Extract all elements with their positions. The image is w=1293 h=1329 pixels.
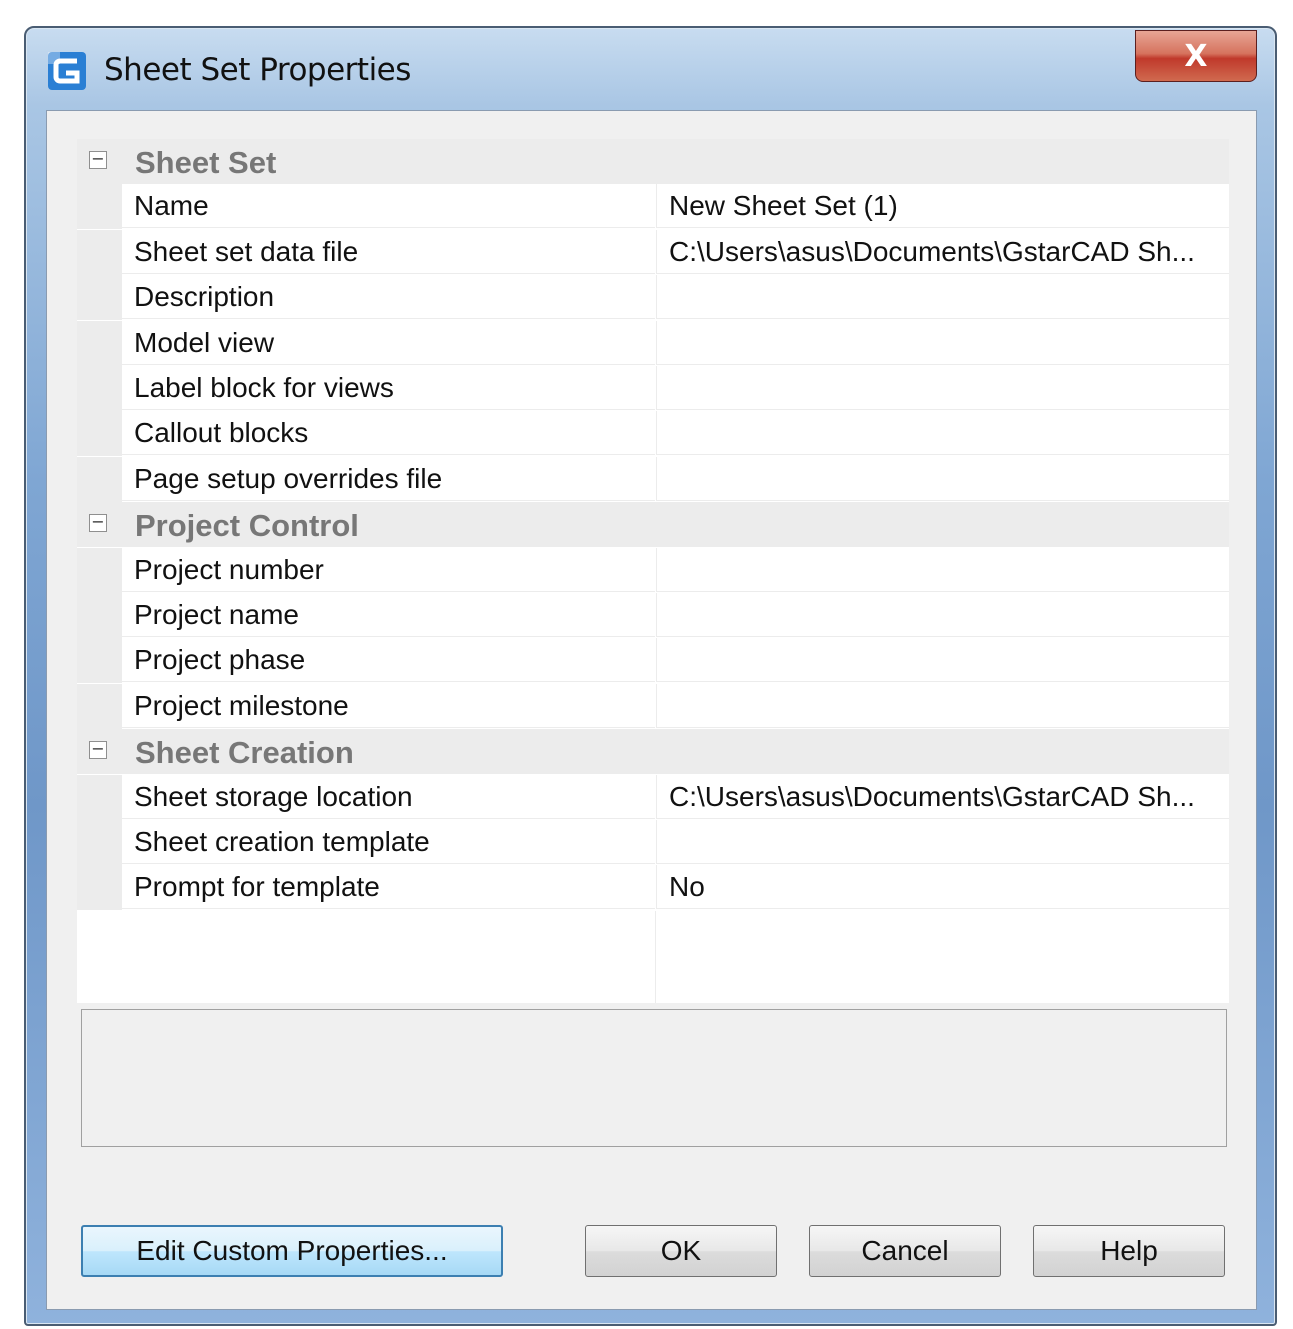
property-value[interactable] xyxy=(656,275,1229,319)
property-row[interactable]: Label block for views xyxy=(77,366,1229,411)
property-row[interactable]: Model view xyxy=(77,321,1229,366)
property-value[interactable] xyxy=(656,820,1229,864)
property-name: Project milestone xyxy=(122,684,655,728)
row-gutter xyxy=(77,411,122,456)
property-value[interactable] xyxy=(656,366,1229,410)
row-gutter xyxy=(77,548,122,593)
property-row[interactable]: Name New Sheet Set (1) xyxy=(77,184,1229,229)
cancel-button[interactable]: Cancel xyxy=(809,1225,1001,1277)
row-gutter xyxy=(77,684,122,729)
property-row[interactable]: Prompt for template No xyxy=(77,865,1229,910)
row-gutter xyxy=(77,638,122,683)
property-row[interactable]: Callout blocks xyxy=(77,411,1229,456)
property-value[interactable]: C:\Users\asus\Documents\GstarCAD Sh... xyxy=(656,775,1229,819)
property-value[interactable] xyxy=(656,548,1229,592)
property-value[interactable]: C:\Users\asus\Documents\GstarCAD Sh... xyxy=(656,230,1229,274)
property-name: Description xyxy=(122,275,655,319)
ok-button[interactable]: OK xyxy=(585,1225,777,1277)
category-label: Project Control xyxy=(135,508,359,543)
property-row[interactable]: Sheet creation template xyxy=(77,820,1229,865)
property-name: Sheet creation template xyxy=(122,820,655,864)
title-bar[interactable]: Sheet Set Properties X xyxy=(26,28,1275,110)
property-grid: − Sheet Set Name New Sheet Set (1) Sheet set… xyxy=(77,139,1229,1003)
property-value[interactable] xyxy=(656,457,1229,501)
row-gutter xyxy=(77,865,122,910)
property-name: Prompt for template xyxy=(122,865,655,909)
property-name: Project name xyxy=(122,593,655,637)
category-project-control[interactable]: − Project Control xyxy=(77,502,1229,547)
property-name: Label block for views xyxy=(122,366,655,410)
row-gutter xyxy=(77,275,122,320)
property-name: Project phase xyxy=(122,638,655,682)
property-name: Name xyxy=(122,184,655,228)
category-sheet-creation[interactable]: − Sheet Creation xyxy=(77,729,1229,774)
category-label: Sheet Creation xyxy=(135,735,354,770)
property-name: Callout blocks xyxy=(122,411,655,455)
property-name: Model view xyxy=(122,321,655,365)
property-grid-empty-area xyxy=(77,911,1229,1003)
property-value[interactable]: No xyxy=(656,865,1229,909)
dialog-client-area: − Sheet Set Name New Sheet Set (1) Sheet set… xyxy=(46,110,1257,1310)
property-name: Sheet storage location xyxy=(122,775,655,819)
row-gutter xyxy=(77,457,122,502)
property-row[interactable]: Sheet storage location C:\Users\asus\Docu… xyxy=(77,775,1229,820)
row-gutter xyxy=(77,321,122,366)
category-label: Sheet Set xyxy=(135,145,277,180)
property-value[interactable] xyxy=(656,321,1229,365)
property-row[interactable]: Project name xyxy=(77,593,1229,638)
property-name: Page setup overrides file xyxy=(122,457,655,501)
property-row[interactable]: Sheet set data file C:\Users\asus\Documen… xyxy=(77,230,1229,275)
collapse-icon[interactable]: − xyxy=(89,741,107,759)
close-button[interactable]: X xyxy=(1135,30,1257,82)
property-value[interactable] xyxy=(656,593,1229,637)
property-name: Project number xyxy=(122,548,655,592)
dialog-title: Sheet Set Properties xyxy=(104,52,411,88)
edit-custom-properties-button[interactable]: Edit Custom Properties... xyxy=(81,1225,503,1277)
close-icon: X xyxy=(1184,38,1208,74)
property-value[interactable]: New Sheet Set (1) xyxy=(656,184,1229,228)
property-row[interactable]: Description xyxy=(77,275,1229,320)
collapse-icon[interactable]: − xyxy=(89,514,107,532)
property-row[interactable]: Project milestone xyxy=(77,684,1229,729)
category-sheet-set[interactable]: − Sheet Set xyxy=(77,139,1229,184)
help-button[interactable]: Help xyxy=(1033,1225,1225,1277)
property-value[interactable] xyxy=(656,411,1229,455)
gstarcad-app-icon xyxy=(48,52,86,90)
row-gutter xyxy=(77,366,122,411)
collapse-icon[interactable]: − xyxy=(89,151,107,169)
property-value[interactable] xyxy=(656,684,1229,728)
property-description-box xyxy=(81,1009,1227,1147)
property-name: Sheet set data file xyxy=(122,230,655,274)
row-gutter xyxy=(77,775,122,820)
property-row[interactable]: Project phase xyxy=(77,638,1229,683)
row-gutter xyxy=(77,230,122,275)
property-row[interactable]: Project number xyxy=(77,548,1229,593)
dialog-window: Sheet Set Properties X − Sheet Set Name New… xyxy=(24,26,1277,1326)
property-row[interactable]: Page setup overrides file xyxy=(77,457,1229,502)
row-gutter xyxy=(77,184,122,229)
row-gutter xyxy=(77,593,122,638)
row-gutter xyxy=(77,820,122,865)
property-value[interactable] xyxy=(656,638,1229,682)
